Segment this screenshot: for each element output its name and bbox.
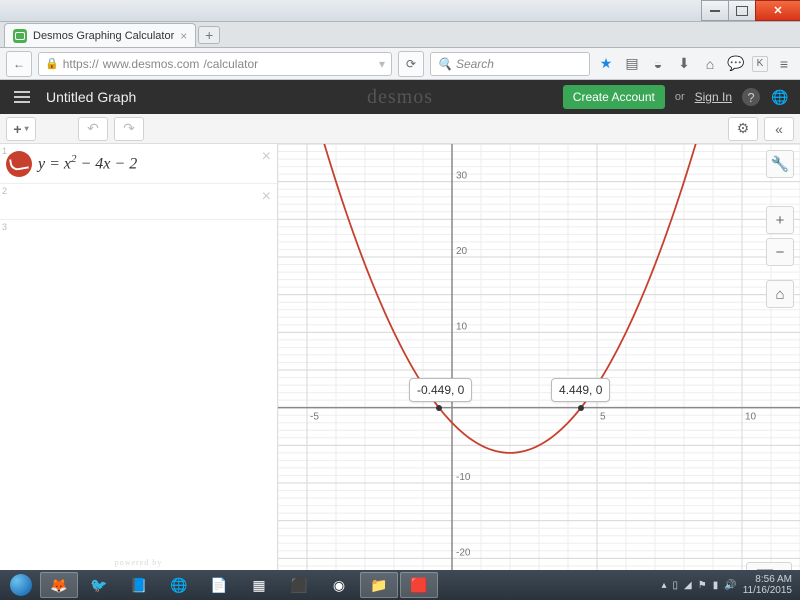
start-button[interactable] <box>4 571 38 599</box>
window-minimize-button[interactable] <box>701 0 729 21</box>
create-account-button[interactable]: Create Account <box>563 85 665 109</box>
downloads-icon[interactable]: ⬇ <box>674 54 694 74</box>
graph-settings-button[interactable]: ⚙ <box>728 117 758 141</box>
taskbar-app[interactable]: ⬛ <box>280 572 318 598</box>
taskbar-app[interactable]: ▦ <box>240 572 278 598</box>
window-maximize-button[interactable] <box>728 0 756 21</box>
taskbar-app-explorer[interactable]: 📁 <box>360 572 398 598</box>
point-marker[interactable] <box>578 405 584 411</box>
reload-button[interactable]: ⟳ <box>398 51 424 77</box>
app-header: Untitled Graph desmos Create Account or … <box>0 80 800 114</box>
new-tab-button[interactable]: + <box>198 26 220 44</box>
row-index: 3 <box>2 222 7 232</box>
point-label: 4.449, 0 <box>551 378 610 402</box>
url-path: /calculator <box>203 57 258 71</box>
back-button[interactable]: ← <box>6 51 32 77</box>
search-input[interactable]: 🔍 Search <box>430 52 590 76</box>
taskbar-clock[interactable]: 8:56 AM 11/16/2015 <box>743 574 792 596</box>
browser-toolbar: ← 🔒 https://www.desmos.com/calculator ▾ … <box>0 48 800 80</box>
expression-row[interactable]: 2 × <box>0 184 277 220</box>
taskbar-app-chrome[interactable]: ◉ <box>320 572 358 598</box>
search-icon: 🔍 <box>437 57 452 71</box>
favicon-icon <box>13 29 27 43</box>
expression-row[interactable]: 1 y = x2 − 4x − 2 × <box>0 144 277 184</box>
redo-button[interactable]: ↷ <box>114 117 144 141</box>
browser-tabstrip: Desmos Graphing Calculator × + <box>0 22 800 48</box>
expression-row[interactable]: 3 <box>0 220 277 240</box>
library-icon[interactable]: ▤ <box>622 54 642 74</box>
language-icon[interactable] <box>770 87 790 107</box>
extension-icon[interactable]: K <box>752 56 768 72</box>
zoom-in-button[interactable]: + <box>766 206 794 234</box>
taskbar-app[interactable]: 🟥 <box>400 572 438 598</box>
zoom-out-button[interactable]: − <box>766 238 794 266</box>
tray-chevron-icon[interactable]: ▴ <box>662 580 667 591</box>
desmos-logo: desmos <box>367 86 433 109</box>
graph-canvas[interactable]: -5510-20-10102030 🔧 + − ⌂ ⌨ ▴ -0.449, 04… <box>278 144 800 596</box>
row-index: 2 <box>2 186 7 196</box>
graph-side-controls: 🔧 + − ⌂ <box>766 150 794 308</box>
url-host: www.desmos.com <box>103 57 200 71</box>
wrench-button[interactable]: 🔧 <box>766 150 794 178</box>
taskbar-app[interactable]: 🐦 <box>80 572 118 598</box>
help-icon[interactable]: ? <box>742 88 760 106</box>
svg-text:-10: -10 <box>456 472 471 483</box>
undo-button[interactable]: ↶ <box>78 117 108 141</box>
svg-text:10: 10 <box>745 412 757 423</box>
tray-network-icon[interactable]: ◢ <box>684 580 692 591</box>
url-input[interactable]: 🔒 https:// www.desmos.com/calculator ▾ <box>38 52 392 76</box>
svg-text:-5: -5 <box>310 412 319 423</box>
pocket-icon[interactable]: ◒ <box>648 54 668 74</box>
svg-text:20: 20 <box>456 246 468 257</box>
system-tray[interactable]: ▴ ▯ ◢ ⚑ ▮ 🔊 8:56 AM 11/16/2015 <box>662 574 797 596</box>
taskbar-app[interactable]: 🌐 <box>160 572 198 598</box>
or-label: or <box>675 91 685 103</box>
row-index: 1 <box>2 146 7 156</box>
browser-tab-active[interactable]: Desmos Graphing Calculator × <box>4 23 196 47</box>
expression-color-icon[interactable] <box>6 151 32 177</box>
tab-title: Desmos Graphing Calculator <box>33 30 174 42</box>
url-prefix: https:// <box>63 57 99 71</box>
home-icon[interactable]: ⌂ <box>700 54 720 74</box>
svg-text:5: 5 <box>600 412 606 423</box>
workspace: 1 y = x2 − 4x − 2 × 2 × 3 powered by des… <box>0 144 800 596</box>
graph-svg: -5 5 10 -20 -10 10 20 30 <box>278 144 800 596</box>
delete-expression-icon[interactable]: × <box>262 148 271 166</box>
sign-in-link[interactable]: Sign In <box>695 90 732 104</box>
tray-action-center-icon[interactable]: ▯ <box>673 580 679 591</box>
windows-taskbar: 🦊 🐦 📘 🌐 📄 ▦ ⬛ ◉ 📁 🟥 ▴ ▯ ◢ ⚑ ▮ 🔊 8:56 AM … <box>0 570 800 600</box>
tray-volume-icon[interactable]: 🔊 <box>724 580 736 591</box>
expression-toolbar: + ↶ ↷ ⚙ <box>0 114 800 144</box>
taskbar-app-firefox[interactable]: 🦊 <box>40 572 78 598</box>
tray-battery-icon[interactable]: ▮ <box>713 580 719 591</box>
tab-close-icon[interactable]: × <box>180 29 187 43</box>
home-zoom-button[interactable]: ⌂ <box>766 280 794 308</box>
chat-icon[interactable]: 💬 <box>726 54 746 74</box>
dropdown-icon[interactable]: ▾ <box>379 57 385 71</box>
lock-icon: 🔒 <box>45 57 59 70</box>
point-label: -0.449, 0 <box>409 378 472 402</box>
svg-text:10: 10 <box>456 321 468 332</box>
window-close-button[interactable] <box>755 0 800 21</box>
svg-text:30: 30 <box>456 171 468 182</box>
search-placeholder: Search <box>456 57 494 71</box>
expression-formula[interactable]: y = x2 − 4x − 2 <box>38 153 137 173</box>
taskbar-app[interactable]: 📘 <box>120 572 158 598</box>
delete-expression-icon[interactable]: × <box>262 188 271 206</box>
point-marker[interactable] <box>436 405 442 411</box>
tray-flag-icon[interactable]: ⚑ <box>698 580 707 591</box>
window-titlebar <box>0 0 800 22</box>
svg-text:-20: -20 <box>456 547 471 558</box>
add-expression-button[interactable]: + <box>6 117 36 141</box>
graph-title[interactable]: Untitled Graph <box>46 89 136 105</box>
menu-button[interactable] <box>10 87 34 107</box>
taskbar-app[interactable]: 📄 <box>200 572 238 598</box>
collapse-panel-button[interactable] <box>764 117 794 141</box>
menu-icon[interactable]: ≡ <box>774 54 794 74</box>
bookmark-star-icon[interactable]: ★ <box>596 54 616 74</box>
expression-panel: 1 y = x2 − 4x − 2 × 2 × 3 powered by des… <box>0 144 278 596</box>
